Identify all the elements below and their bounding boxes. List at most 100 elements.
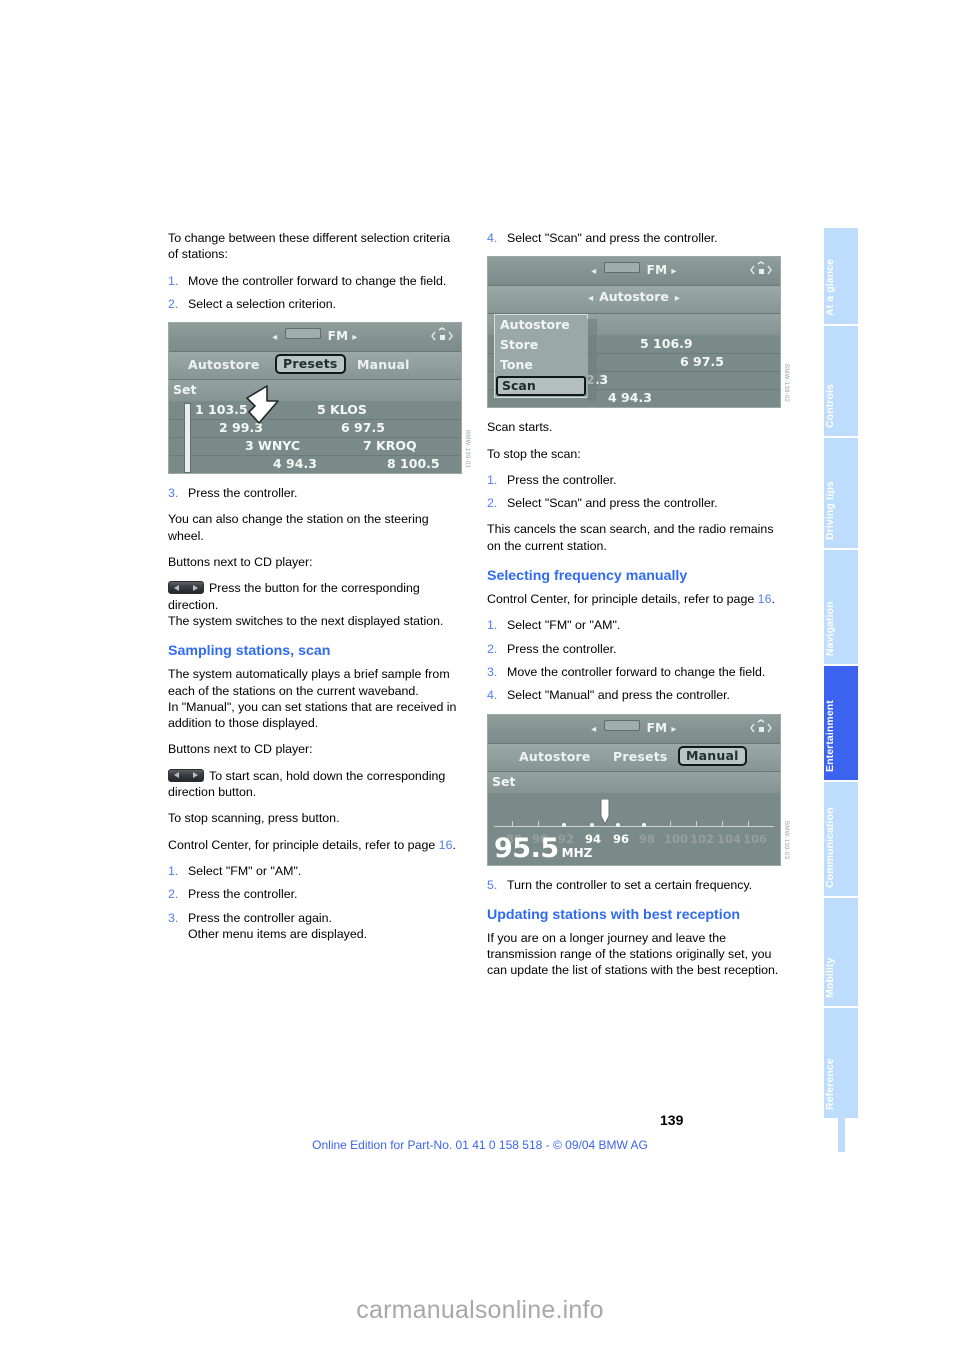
menu-item-tone[interactable]: Tone bbox=[495, 355, 587, 375]
sidebar-item-controls[interactable]: Controls bbox=[824, 326, 858, 438]
preset-row[interactable]: 3 WNYC 7 KROQ bbox=[169, 437, 461, 457]
preset-right: 5 106.9 bbox=[640, 336, 693, 352]
display-corner-icon bbox=[750, 718, 772, 737]
left-arrow-icon bbox=[174, 584, 179, 591]
left-arrow-icon bbox=[174, 772, 179, 779]
paragraph-manual-stations: In "Manual", you can set stations that a… bbox=[168, 699, 457, 731]
display-tab-row: Autostore Presets Manual bbox=[169, 352, 461, 381]
display-presets-area: 1 103.5 5 KLOS 2 99.3 6 97.5 3 WNYC 7 KR… bbox=[169, 401, 461, 474]
list-item: 1. Select "FM" or "AM". bbox=[168, 863, 462, 879]
scale-tick-dot bbox=[590, 822, 594, 827]
list-text: Press the controller. bbox=[188, 486, 298, 501]
scale-label: 102 bbox=[689, 831, 715, 846]
frequency-unit: MHZ bbox=[561, 846, 593, 861]
list-number: 4. bbox=[487, 688, 498, 703]
menu-item-scan[interactable]: Scan bbox=[496, 376, 586, 397]
scale-baseline bbox=[494, 825, 774, 827]
paragraph-cd-buttons: Buttons next to CD player: bbox=[168, 555, 313, 570]
display-tab-autostore[interactable]: Autostore bbox=[181, 355, 267, 375]
manual-page: To change between these different select… bbox=[0, 0, 960, 1358]
left-steps-list-1: 1. Move the controller forward to change… bbox=[168, 273, 462, 313]
right-step-4: 4. Select "Scan" and press the controlle… bbox=[487, 230, 781, 246]
preset-row[interactable]: 2 99.3 6 97.5 bbox=[169, 419, 461, 439]
scale-tick bbox=[748, 820, 749, 826]
radio-chip-icon bbox=[603, 719, 640, 731]
display-tab-autostore[interactable]: Autostore bbox=[512, 747, 598, 767]
heading-selecting-frequency: Selecting frequency manually bbox=[487, 568, 688, 585]
list-text: Press the controller. bbox=[507, 641, 617, 656]
radio-chip-icon bbox=[603, 262, 640, 274]
list-text: Select "FM" or "AM". bbox=[188, 863, 302, 878]
chapter-tab-sidebar: At a glance Controls Driving tips Naviga… bbox=[824, 228, 858, 1138]
figure-scan-display: ◂ FM ▸ ◂ Autostore ▸ 5 106.9 6 97.5 2.3 … bbox=[487, 256, 789, 409]
sidebar-item-label: Mobility bbox=[824, 957, 836, 998]
menu-item-store[interactable]: Store bbox=[495, 335, 587, 355]
right-arrow-icon bbox=[193, 772, 198, 779]
list-number: 2. bbox=[168, 887, 179, 902]
sidebar-item-entertainment[interactable]: Entertainment bbox=[824, 666, 858, 782]
left-steps-list-2: 1. Select "FM" or "AM". 2. Press the con… bbox=[168, 863, 462, 942]
left-arrow-icon: ◂ bbox=[591, 266, 597, 278]
list-item: 4. Select "Scan" and press the controlle… bbox=[487, 230, 781, 246]
sidebar-item-reference[interactable]: Reference bbox=[824, 1008, 858, 1120]
radio-display-manual: ◂ FM ▸ Autostore Presets Manual Set 88 9… bbox=[487, 713, 781, 866]
scale-tick bbox=[670, 820, 671, 826]
cd-direction-buttons-icon bbox=[168, 768, 204, 782]
display-tab-presets[interactable]: Presets bbox=[275, 354, 346, 375]
list-number: 1. bbox=[487, 472, 498, 487]
figure-id-label: BMW-139-02 bbox=[783, 364, 789, 403]
display-tab-manual[interactable]: Manual bbox=[678, 745, 747, 766]
page-number: 139 bbox=[660, 1112, 684, 1128]
band-label: FM bbox=[646, 263, 668, 278]
display-center-label: ◂ Autostore ▸ bbox=[488, 289, 780, 307]
footer-accent-bar bbox=[838, 1112, 845, 1152]
sidebar-item-navigation[interactable]: Navigation bbox=[824, 550, 858, 666]
navigate-icon bbox=[431, 327, 453, 341]
paragraph-start-scan: To start scan, hold down the correspondi… bbox=[168, 768, 462, 801]
left-column: To change between these different select… bbox=[168, 230, 470, 952]
cd-direction-buttons-icon bbox=[168, 581, 204, 595]
list-text: Select "FM" or "AM". bbox=[507, 618, 621, 633]
navigate-icon bbox=[750, 261, 772, 275]
preset-row[interactable]: 1 103.5 5 KLOS bbox=[169, 401, 461, 421]
scale-label-active: 96 bbox=[612, 831, 630, 846]
paragraph-control-center-2: Control Center, for principle details, r… bbox=[487, 591, 781, 607]
display-scrollbar[interactable] bbox=[184, 403, 191, 474]
preset-row[interactable]: 4 94.3 8 100.5 bbox=[169, 455, 461, 473]
list-item: 2. Select "Scan" and press the controlle… bbox=[487, 495, 781, 511]
list-text: Move the controller forward to change th… bbox=[507, 664, 766, 679]
sidebar-item-at-a-glance[interactable]: At a glance bbox=[824, 228, 858, 326]
display-tab-presets[interactable]: Presets bbox=[606, 747, 675, 767]
control-center-period: . bbox=[771, 592, 775, 607]
page-reference-link[interactable]: 16 bbox=[439, 838, 453, 852]
tuning-pointer-icon bbox=[598, 798, 612, 825]
page-reference-link[interactable]: 16 bbox=[758, 592, 772, 606]
left-arrow-icon: ◂ bbox=[588, 293, 594, 305]
paragraph-direction-button: Press the button for the corresponding d… bbox=[168, 580, 462, 613]
paragraph-next-station: The system switches to the next displaye… bbox=[168, 613, 444, 628]
list-item: 1. Press the controller. bbox=[487, 472, 781, 488]
frequency-scale-area[interactable]: 88 90 92 94 96 98 100 102 104 106 95.5 M… bbox=[488, 792, 780, 865]
display-band-selector: ◂ FM ▸ bbox=[488, 719, 780, 738]
display-tab-manual[interactable]: Manual bbox=[350, 355, 417, 375]
list-text: Press the controller again. Other menu i… bbox=[188, 910, 368, 941]
scale-label: 98 bbox=[638, 831, 656, 846]
list-number: 4. bbox=[487, 231, 498, 245]
radio-display-presets: ◂ FM ▸ Autostore Presets Manual Set 1 10… bbox=[168, 322, 462, 475]
list-text: Press the controller. bbox=[507, 472, 617, 487]
current-frequency-display: 95.5 MHZ bbox=[494, 835, 593, 862]
list-number: 2. bbox=[487, 641, 498, 656]
left-step-3: 3. Press the controller. bbox=[168, 485, 462, 501]
preset-left: 4 94.3 bbox=[273, 456, 317, 472]
list-item: 3. Press the controller. bbox=[168, 485, 462, 501]
sidebar-item-communication[interactable]: Communication bbox=[824, 782, 858, 898]
display-context-menu[interactable]: Autostore Store Tone Scan bbox=[494, 314, 597, 402]
center-label-text: Autostore bbox=[599, 289, 669, 305]
list-item: 1. Select "FM" or "AM". bbox=[487, 617, 781, 633]
paragraph-steering-wheel: You can also change the station on the s… bbox=[168, 512, 429, 543]
sidebar-item-driving-tips[interactable]: Driving tips bbox=[824, 438, 858, 550]
menu-item-autostore[interactable]: Autostore bbox=[495, 315, 587, 335]
sidebar-item-mobility[interactable]: Mobility bbox=[824, 898, 858, 1008]
right-arrow-icon bbox=[193, 584, 198, 591]
navigate-icon bbox=[750, 718, 772, 732]
